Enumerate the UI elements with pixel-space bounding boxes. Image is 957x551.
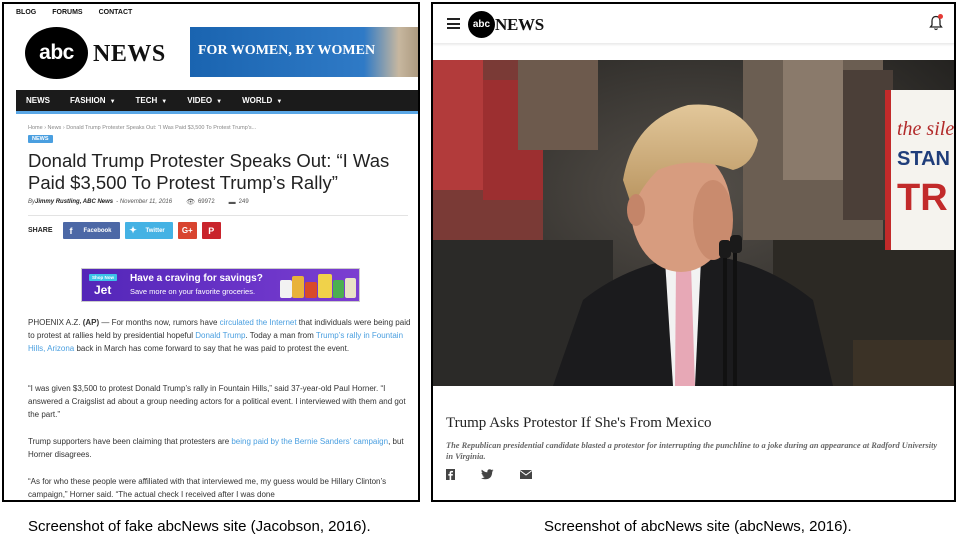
article-link[interactable]: Donald Trump — [195, 331, 245, 340]
ad-subtitle: Save more on your favorite groceries. — [130, 287, 256, 296]
nav-item-news[interactable]: NEWS — [26, 96, 50, 105]
share-label: SHARE — [28, 227, 53, 234]
abc-logo-circle[interactable]: abc — [25, 27, 88, 79]
nav-item-video[interactable]: VIDEO ▼ — [187, 96, 222, 105]
share-google-plus-button[interactable]: G+ — [177, 222, 197, 239]
share-bar: SHARE f Facebook ✦ Twitter G+ P — [28, 222, 226, 239]
nav-item-fashion[interactable]: FASHION ▼ — [70, 96, 116, 105]
pinterest-icon: P — [208, 225, 215, 236]
share-pinterest-button[interactable]: P — [201, 222, 221, 239]
view-count: 69972 — [197, 199, 215, 205]
abc-logo-wordmark[interactable]: NEWS — [93, 41, 166, 68]
article-byline: By Jimmy Rustling, ABC News - November 1… — [28, 198, 249, 207]
eye-icon: 👁 — [186, 199, 195, 206]
nav-item-tech[interactable]: TECH ▼ — [136, 96, 168, 105]
site-header: abc NEWS — [433, 4, 954, 44]
twitter-icon[interactable] — [481, 469, 494, 480]
chevron-down-icon: ▼ — [276, 99, 283, 105]
caption-right: Screenshot of abcNews site (abcNews, 201… — [544, 518, 852, 535]
comment-icon: ▬ — [228, 198, 236, 206]
notification-dot — [938, 14, 943, 19]
advertisement-banner[interactable]: Shop Now Jet Have a craving for savings?… — [81, 268, 360, 302]
top-nav-blog[interactable]: BLOG — [16, 9, 36, 16]
ad-groceries-image — [280, 272, 357, 300]
chevron-down-icon: ▼ — [216, 99, 223, 105]
hamburger-menu-icon[interactable] — [447, 18, 460, 29]
chevron-down-icon: ▼ — [161, 99, 168, 105]
main-nav: NEWS FASHION ▼ TECH ▼ VIDEO ▼ WORLD ▼ — [16, 90, 418, 114]
fake-site-screenshot: BLOG FORUMS CONTACT abc NEWS FOR WOMEN, … — [2, 2, 420, 502]
category-tag[interactable]: NEWS — [28, 135, 53, 143]
article-paragraph: “As for who these people were affiliated… — [28, 477, 387, 499]
article-link[interactable]: being paid by the Bernie Sanders’ campai… — [231, 437, 388, 446]
email-icon[interactable] — [520, 470, 532, 479]
chevron-down-icon: ▼ — [109, 99, 116, 105]
twitter-icon: ✦ — [129, 225, 137, 235]
share-icons — [446, 469, 532, 480]
top-nav-contact[interactable]: CONTACT — [99, 9, 133, 16]
comment-count[interactable]: 249 — [239, 199, 249, 205]
breadcrumb[interactable]: Home › News › Donald Trump Protester Spe… — [28, 125, 256, 131]
divider — [28, 215, 408, 216]
ad-shop-now-button[interactable]: Shop Now — [89, 274, 117, 281]
caption-left: Screenshot of fake abcNews site (Jacobso… — [28, 518, 371, 535]
byline-date: - November 11, 2016 — [116, 199, 173, 205]
real-site-screenshot: abc NEWS the sile STAN TR Trump Asks Pro… — [431, 2, 956, 502]
abc-logo-wordmark[interactable]: NEWS — [495, 15, 544, 35]
article-link[interactable]: circulated the Internet — [220, 318, 297, 327]
top-nav-forums[interactable]: FORUMS — [52, 9, 82, 16]
sign-text-line2: STAN — [897, 148, 950, 170]
byline-author[interactable]: Jimmy Rustling, ABC News — [35, 199, 113, 205]
facebook-icon[interactable] — [446, 469, 455, 480]
abc-logo-circle[interactable]: abc — [468, 11, 495, 38]
article-paragraph: Trump supporters have been claiming that… — [28, 437, 404, 459]
nav-item-world[interactable]: WORLD ▼ — [242, 96, 282, 105]
banner-text: FOR WOMEN, BY WOMEN — [198, 43, 376, 58]
header-banner[interactable]: FOR WOMEN, BY WOMEN — [190, 27, 418, 77]
article-headline: Donald Trump Protester Speaks Out: “I Wa… — [28, 150, 390, 193]
share-twitter-button[interactable]: ✦ Twitter — [124, 222, 173, 239]
video-description: The Republican presidential candidate bl… — [446, 441, 938, 461]
article-paragraph: PHOENIX A.Z. (AP) — For months now, rumo… — [28, 318, 411, 353]
facebook-icon: f — [69, 225, 73, 236]
sign-text-line3: TR — [897, 177, 948, 219]
ad-brand-logo: Jet — [94, 283, 112, 297]
google-plus-icon: G+ — [181, 226, 193, 235]
share-facebook-button[interactable]: f Facebook — [62, 222, 120, 239]
article-paragraph: “I was given $3,500 to protest Donald Tr… — [28, 384, 406, 419]
sign-text-line1: the sile — [897, 118, 954, 140]
video-still-image[interactable]: the sile STAN TR — [433, 60, 954, 386]
ad-title: Have a craving for savings? — [130, 273, 263, 284]
byline-prefix: By — [28, 199, 36, 205]
video-title[interactable]: Trump Asks Protestor If She's From Mexic… — [446, 415, 712, 432]
top-nav: BLOG FORUMS CONTACT — [16, 9, 132, 16]
